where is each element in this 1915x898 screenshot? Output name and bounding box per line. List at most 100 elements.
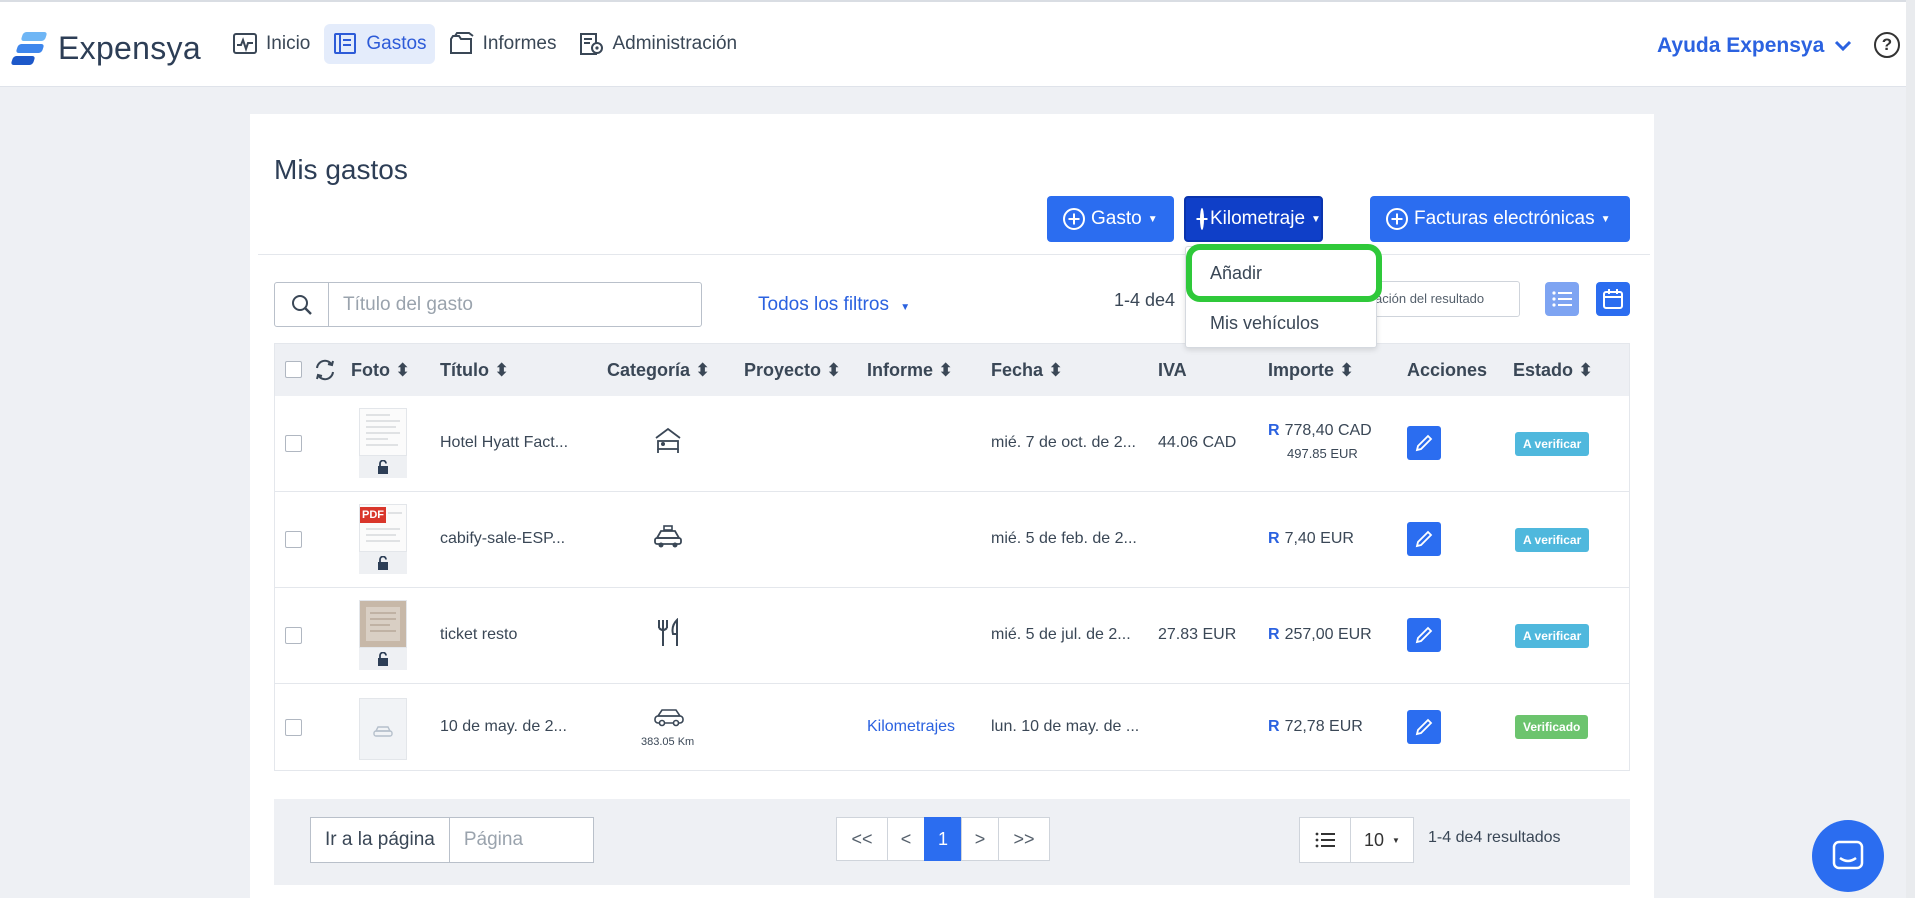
expensya-logo[interactable]: Expensya bbox=[10, 30, 201, 67]
table-row[interactable]: 10 de may. de 2... 383.05 Km Kilometraje… bbox=[275, 684, 1629, 770]
nav-inicio-label: Inicio bbox=[266, 33, 311, 54]
plus-circle-icon bbox=[1200, 208, 1204, 230]
expense-title[interactable]: ticket resto bbox=[440, 626, 517, 644]
all-filters-toggle[interactable]: Todos los filtros ▼ bbox=[758, 294, 910, 316]
col-informe[interactable]: Informe ⬍ bbox=[867, 360, 953, 381]
search-box bbox=[274, 282, 702, 327]
prev-page-button[interactable]: < bbox=[887, 817, 925, 861]
row-checkbox[interactable] bbox=[285, 719, 302, 736]
edit-button[interactable] bbox=[1407, 618, 1441, 652]
last-page-button[interactable]: >> bbox=[998, 817, 1050, 861]
sort-icon: ⬍ bbox=[826, 360, 842, 380]
activity-icon bbox=[233, 33, 257, 54]
row-checkbox[interactable] bbox=[285, 435, 302, 452]
page-number-input[interactable] bbox=[449, 817, 594, 863]
pdf-thumbnail[interactable]: PDF bbox=[359, 504, 407, 552]
mileage-label: Kilometraje bbox=[1210, 208, 1306, 229]
unlock-icon[interactable] bbox=[359, 552, 407, 574]
unlock-icon[interactable] bbox=[359, 456, 407, 478]
add-expense-button[interactable]: Gasto ▼ bbox=[1047, 196, 1174, 242]
caret-down-icon: ▼ bbox=[1311, 213, 1321, 225]
table-row[interactable]: Hotel Hyatt Fact... mié. 7 de oct. de 2.… bbox=[275, 396, 1629, 492]
mileage-button[interactable]: Kilometraje ▼ bbox=[1184, 196, 1323, 242]
table-row[interactable]: ticket resto mié. 5 de jul. de 2... 27.8… bbox=[275, 588, 1629, 684]
row-checkbox[interactable] bbox=[285, 531, 302, 548]
e-invoices-button[interactable]: Facturas electrónicas ▼ bbox=[1370, 196, 1630, 242]
caret-down-icon: ▼ bbox=[1147, 213, 1158, 225]
refund-symbol: R bbox=[1268, 626, 1280, 643]
taxi-icon bbox=[653, 524, 683, 555]
edit-button[interactable] bbox=[1407, 522, 1441, 556]
col-estado[interactable]: Estado ⬍ bbox=[1513, 360, 1593, 381]
admin-settings-icon bbox=[580, 33, 604, 55]
page-size-select[interactable]: 10 ▼ bbox=[1350, 817, 1414, 863]
refund-symbol: R bbox=[1268, 422, 1280, 439]
expense-amount: R 72,78 EUR bbox=[1268, 718, 1363, 736]
nav-gastos[interactable]: Gastos bbox=[324, 24, 435, 64]
e-invoices-label: Facturas electrónicas bbox=[1414, 208, 1595, 229]
row-checkbox[interactable] bbox=[285, 627, 302, 644]
help-menu[interactable]: Ayuda Expensya bbox=[1657, 34, 1852, 58]
select-all-checkbox[interactable] bbox=[285, 361, 302, 378]
caret-down-icon: ▼ bbox=[1392, 835, 1400, 845]
sort-select[interactable]: ación del resultado bbox=[1360, 281, 1520, 317]
refresh-icon[interactable] bbox=[313, 358, 337, 387]
status-badge: A verificar bbox=[1515, 528, 1590, 552]
help-question-icon[interactable]: ? bbox=[1874, 32, 1900, 58]
menu-item-my-vehicles[interactable]: Mis vehículos bbox=[1210, 313, 1319, 334]
next-page-button[interactable]: > bbox=[961, 817, 999, 861]
expense-amount-value: 257,00 EUR bbox=[1284, 626, 1372, 643]
search-input[interactable] bbox=[329, 283, 701, 326]
calendar-view-button[interactable] bbox=[1596, 282, 1630, 316]
list-icon[interactable] bbox=[1299, 817, 1351, 863]
pagination-bar: Ir a la página << < 1 > >> 10 ▼ 1-4 de4 … bbox=[274, 799, 1630, 885]
sort-icon: ⬍ bbox=[494, 360, 510, 380]
page-1-button[interactable]: 1 bbox=[924, 817, 962, 861]
expense-title[interactable]: Hotel Hyatt Fact... bbox=[440, 434, 568, 452]
list-view-button[interactable] bbox=[1545, 282, 1579, 316]
search-icon[interactable] bbox=[275, 283, 329, 326]
edit-button[interactable] bbox=[1407, 426, 1441, 460]
scrollbar[interactable] bbox=[1906, 0, 1915, 898]
sort-icon: ⬍ bbox=[938, 360, 954, 380]
results-summary: 1-4 de4 resultados bbox=[1428, 829, 1561, 846]
status-badge: A verificar bbox=[1515, 624, 1590, 648]
help-label: Ayuda Expensya bbox=[1657, 34, 1825, 57]
expense-amount-value: 7,40 EUR bbox=[1284, 530, 1354, 547]
plus-circle-icon bbox=[1063, 208, 1085, 230]
expense-title[interactable]: 10 de may. de 2... bbox=[440, 718, 567, 736]
receipt-thumbnail[interactable] bbox=[359, 408, 407, 456]
edit-button[interactable] bbox=[1407, 710, 1441, 744]
table-row[interactable]: PDF cabify-sale-ESP... mié. 5 de feb. de… bbox=[275, 492, 1629, 588]
main-nav: Inicio Gastos Informes Administración bbox=[224, 24, 745, 64]
nav-inicio[interactable]: Inicio bbox=[224, 24, 318, 64]
expense-amount-value: 778,40 CAD bbox=[1284, 422, 1372, 439]
pdf-badge: PDF bbox=[360, 507, 386, 523]
chat-icon bbox=[1832, 840, 1864, 870]
col-importe-label: Importe bbox=[1268, 360, 1335, 380]
hotel-bed-icon bbox=[653, 426, 683, 461]
col-titulo[interactable]: Título ⬍ bbox=[440, 360, 509, 381]
nav-informes[interactable]: Informes bbox=[441, 24, 565, 64]
col-importe[interactable]: Importe ⬍ bbox=[1268, 360, 1354, 381]
col-proyecto[interactable]: Proyecto ⬍ bbox=[744, 360, 841, 381]
expense-amount: R 778,40 CAD bbox=[1268, 422, 1372, 440]
table-header: Foto ⬍ Título ⬍ Categoría ⬍ Proyecto ⬍ I… bbox=[275, 344, 1629, 396]
col-fecha[interactable]: Fecha ⬍ bbox=[991, 360, 1063, 381]
receipt-photo-thumbnail[interactable] bbox=[359, 600, 407, 648]
col-foto[interactable]: Foto ⬍ bbox=[351, 360, 410, 381]
mileage-thumbnail[interactable] bbox=[359, 698, 407, 760]
list-icon bbox=[1552, 291, 1572, 307]
folder-icon bbox=[449, 32, 474, 54]
chat-launcher-button[interactable] bbox=[1812, 820, 1884, 892]
unlock-icon[interactable] bbox=[359, 648, 407, 670]
expense-title[interactable]: cabify-sale-ESP... bbox=[440, 530, 565, 548]
col-acciones: Acciones bbox=[1407, 360, 1488, 380]
receipt-icon bbox=[334, 33, 357, 54]
col-categoria[interactable]: Categoría ⬍ bbox=[607, 360, 710, 381]
col-estado-label: Estado bbox=[1513, 360, 1574, 380]
report-link[interactable]: Kilometrajes bbox=[867, 718, 955, 736]
nav-administracion[interactable]: Administración bbox=[570, 24, 745, 64]
page-size-control: 10 ▼ bbox=[1299, 817, 1414, 863]
first-page-button[interactable]: << bbox=[836, 817, 888, 861]
